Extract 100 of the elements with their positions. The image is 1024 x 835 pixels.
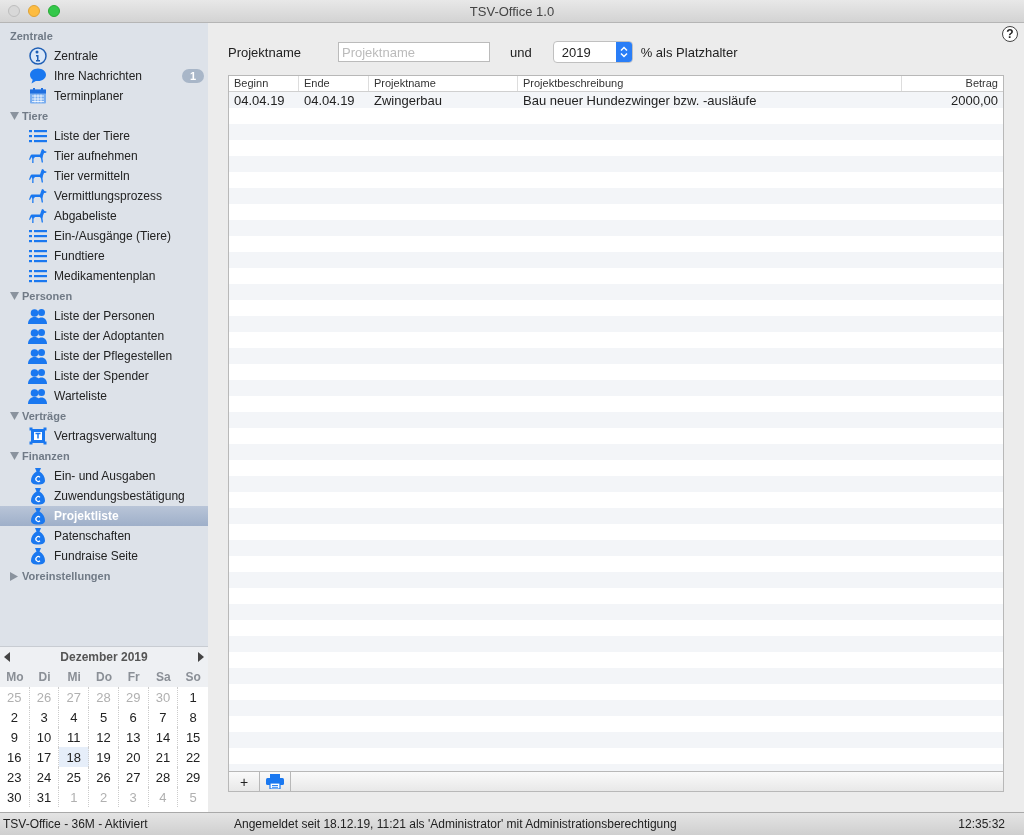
document-icon [29, 427, 47, 445]
year-stepper[interactable]: 2019 [552, 41, 633, 63]
money-bag-icon [30, 467, 46, 485]
sidebar-item[interactable]: Zuwendungsbestätigung [0, 486, 208, 506]
previous-month-arrow-icon[interactable] [4, 652, 10, 662]
dog-icon [29, 208, 47, 224]
next-month-arrow-icon[interactable] [198, 652, 204, 662]
people-icon [28, 388, 48, 404]
money-bag-icon [30, 527, 46, 545]
table-cell-text: 04.04.19 [233, 92, 286, 108]
sidebar-item[interactable]: Liste der Pflegestellen [0, 346, 208, 366]
calendar-day[interactable]: 29 [178, 767, 208, 787]
calendar-day[interactable]: 21 [148, 747, 179, 767]
sidebar-group-label: Personen [22, 290, 73, 302]
help-button[interactable]: ? [1002, 26, 1018, 42]
sidebar-item[interactable]: Tier aufnehmen [0, 146, 208, 166]
calendar-day[interactable]: 16 [0, 747, 30, 767]
calendar-day[interactable]: 4 [59, 707, 90, 727]
sidebar-item[interactable]: Liste der Adoptanten [0, 326, 208, 346]
calendar-day[interactable]: 3 [29, 707, 60, 727]
sidebar-item[interactable]: Liste der Spender [0, 366, 208, 386]
calendar-day[interactable]: 9 [0, 727, 30, 747]
calendar-day[interactable]: 28 [148, 767, 179, 787]
expanded-triangle-icon[interactable] [10, 452, 19, 460]
expanded-triangle-icon[interactable] [10, 412, 19, 420]
collapsed-triangle-icon[interactable] [10, 571, 18, 581]
column-header[interactable]: Betrag [902, 76, 1003, 91]
dog-icon [29, 148, 47, 164]
calendar-day[interactable]: 8 [178, 707, 208, 727]
calendar-day[interactable]: 15 [178, 727, 208, 747]
money-bag-icon [30, 507, 46, 525]
calendar-day[interactable]: 12 [89, 727, 119, 747]
calendar-day[interactable]: 24 [29, 767, 60, 787]
column-header[interactable]: Beginn [229, 76, 299, 91]
sidebar-item[interactable]: Ein-/Ausgänge (Tiere) [0, 226, 208, 246]
calendar-day[interactable]: 30 [0, 787, 30, 807]
sidebar-group-label: Zentrale [10, 30, 53, 42]
calendar-day[interactable]: 25 [59, 767, 90, 787]
sidebar-group-label: Verträge [22, 410, 67, 422]
calendar-day[interactable]: 20 [118, 747, 149, 767]
people-icon [28, 368, 48, 384]
session-status-text: Angemeldet seit 18.12.19, 11:21 als 'Administrator' mit Administrationsberechtigung [233, 817, 678, 831]
printer-icon [266, 774, 284, 789]
money-bag-icon [30, 487, 46, 505]
hint-text: % als Platzhalter [640, 44, 738, 60]
sidebar-item[interactable]: Zentrale [0, 46, 208, 66]
sidebar-item[interactable]: Medikamentenplan [0, 266, 208, 286]
speech-bubble-icon [29, 67, 47, 85]
sidebar-item[interactable]: Tier vermitteln [0, 166, 208, 186]
sidebar-item[interactable]: Fundraise Seite [0, 546, 208, 566]
calendar-day[interactable]: 2 [0, 707, 30, 727]
expanded-triangle-icon[interactable] [10, 112, 19, 120]
calendar-day[interactable]: 1 [178, 687, 208, 707]
sidebar-item[interactable]: Warteliste [0, 386, 208, 406]
calendar-day[interactable]: 14 [148, 727, 179, 747]
close-button[interactable] [8, 5, 20, 17]
column-header[interactable]: Ende [299, 76, 369, 91]
calendar-day[interactable]: 19 [89, 747, 119, 767]
list-icon [29, 249, 47, 263]
column-header[interactable]: Projektname [369, 76, 518, 91]
weekday-label: Di [29, 667, 60, 687]
zoom-button[interactable] [48, 5, 60, 17]
calendar-day[interactable]: 26 [89, 767, 119, 787]
weekday-label: Fr [118, 667, 149, 687]
sidebar-item[interactable]: Fundtiere [0, 246, 208, 266]
sidebar-item[interactable]: Patenschaften [0, 526, 208, 546]
minimize-button[interactable] [28, 5, 40, 17]
calendar-day[interactable]: 13 [118, 727, 149, 747]
list-icon [29, 229, 47, 243]
calendar-day[interactable]: 6 [118, 707, 149, 727]
sidebar-item[interactable]: Ihre Nachrichten 1 [0, 66, 208, 86]
app-status-text: TSV-Office - 36M - Aktiviert [2, 817, 149, 831]
calendar-day[interactable]: 23 [0, 767, 30, 787]
calendar-day[interactable]: 10 [29, 727, 60, 747]
sidebar-item[interactable]: Liste der Personen [0, 306, 208, 326]
calendar-icon [29, 87, 47, 105]
calendar-day[interactable]: 7 [148, 707, 179, 727]
dog-icon [29, 188, 47, 204]
weekday-label: Mo [0, 667, 30, 687]
sidebar-item[interactable]: Vertragsverwaltung [0, 426, 208, 446]
sidebar-item[interactable]: Ein- und Ausgaben [0, 466, 208, 486]
calendar-day[interactable]: 27 [118, 767, 149, 787]
add-button[interactable]: + [229, 772, 260, 791]
column-header[interactable]: Projektbeschreibung [518, 76, 902, 91]
expanded-triangle-icon[interactable] [10, 292, 19, 300]
stepper-arrows-icon[interactable] [619, 46, 628, 58]
calendar-day[interactable]: 5 [89, 707, 119, 727]
count-badge: 1 [181, 69, 204, 83]
money-bag-icon [30, 547, 46, 565]
weekday-label: Sa [148, 667, 179, 687]
project-name-field[interactable]: Projektname [338, 42, 490, 62]
sidebar-item[interactable]: Terminplaner [0, 86, 208, 106]
calendar-day[interactable]: 22 [178, 747, 208, 767]
table-cell-text: Bau neuer Hundezwinger bzw. -ausläufe [522, 92, 758, 108]
list-icon [29, 269, 47, 283]
sidebar-item[interactable]: Liste der Tiere [0, 126, 208, 146]
calendar-day[interactable]: 18 [59, 747, 90, 767]
sidebar-item[interactable]: Vermittlungsprozess [0, 186, 208, 206]
sidebar-item[interactable]: Abgabeliste [0, 206, 208, 226]
calendar-day[interactable]: 31 [29, 787, 60, 807]
